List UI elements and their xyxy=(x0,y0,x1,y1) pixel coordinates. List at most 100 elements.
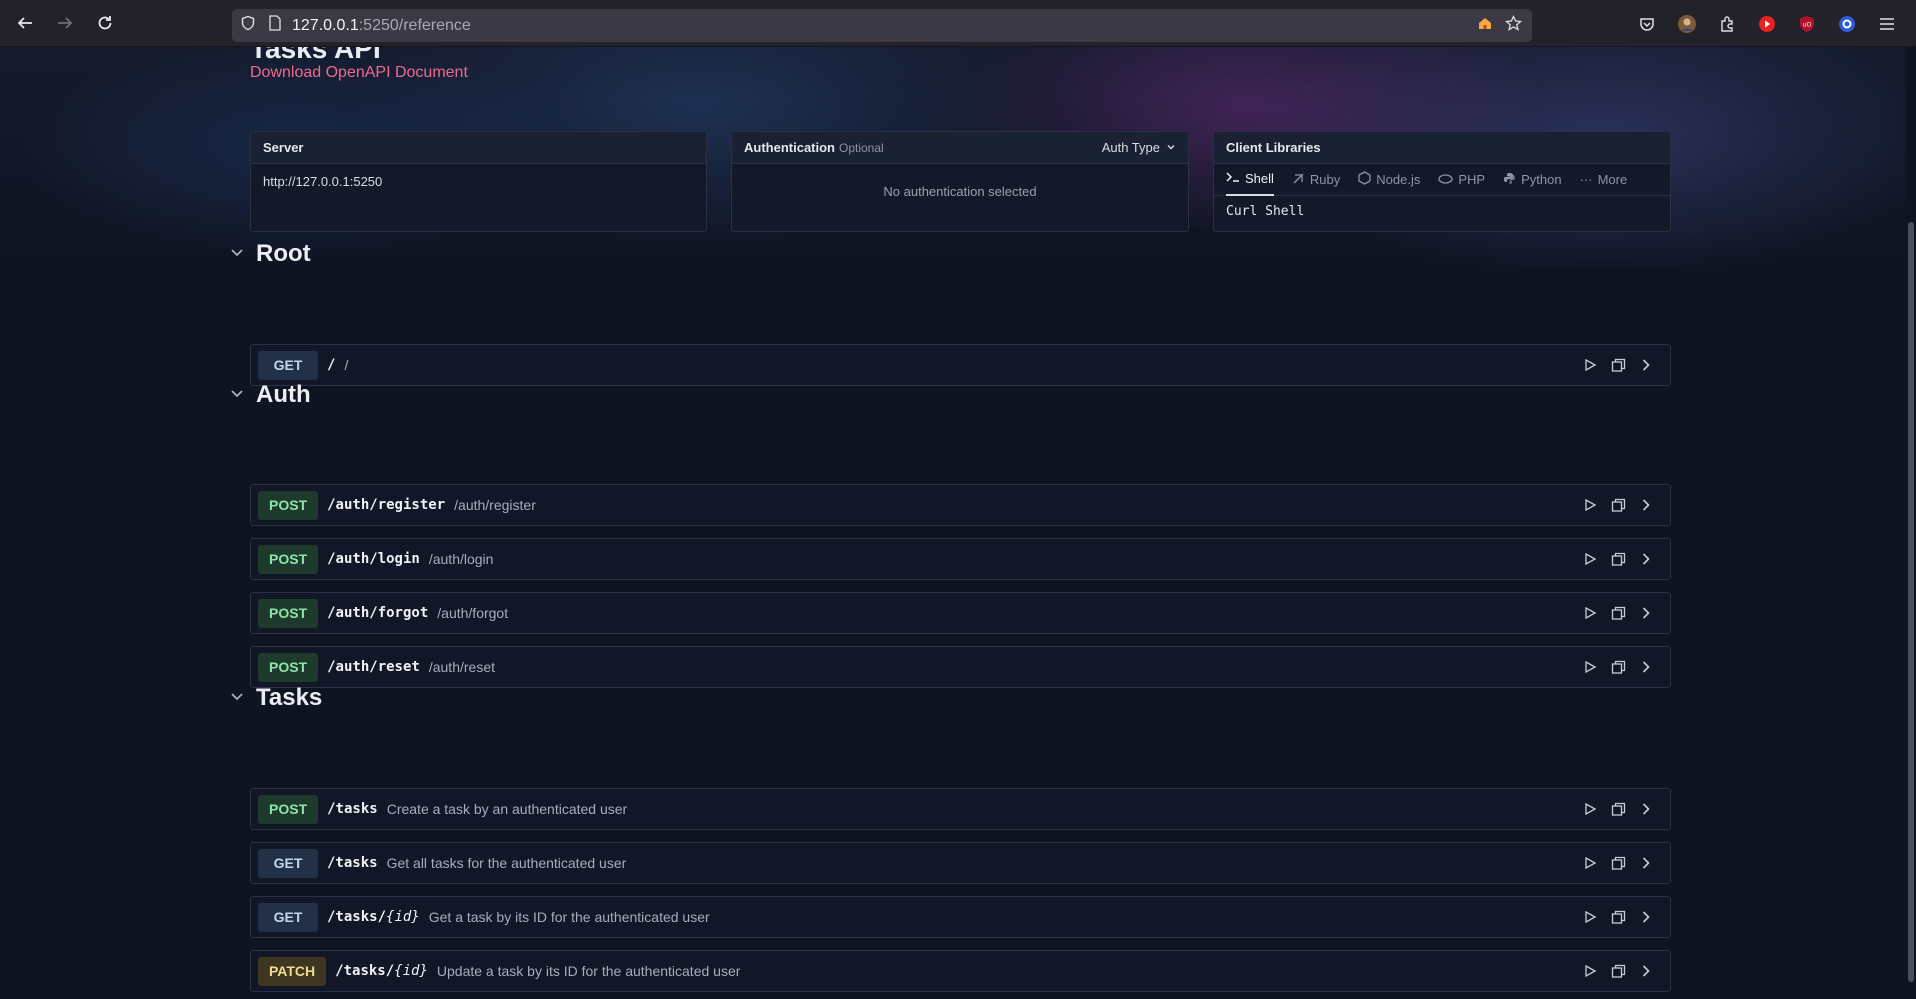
endpoint-summary: /auth/register xyxy=(454,497,536,513)
forward-icon[interactable] xyxy=(48,6,82,40)
section-auth-header[interactable]: Auth xyxy=(230,381,311,409)
play-icon[interactable] xyxy=(1582,605,1598,621)
endpoint-row[interactable]: PATCH /tasks/{id} Update a task by its I… xyxy=(250,950,1671,992)
row-actions xyxy=(1582,843,1654,883)
endpoint-row[interactable]: GET /tasks Get all tasks for the authent… xyxy=(250,842,1671,884)
endpoint-row[interactable]: GET / / xyxy=(250,344,1671,386)
endpoint-row[interactable]: POST /auth/login /auth/login xyxy=(250,538,1671,580)
copy-icon[interactable] xyxy=(1610,605,1626,621)
row-actions xyxy=(1582,951,1654,991)
tab-python-label: Python xyxy=(1521,172,1562,187)
tab-php[interactable]: PHP xyxy=(1438,164,1485,196)
chevron-down-icon[interactable] xyxy=(230,689,244,707)
method-badge: POST xyxy=(258,544,319,574)
play-icon[interactable] xyxy=(1582,801,1598,817)
ublock-icon[interactable]: uO xyxy=(1794,11,1820,37)
play-icon[interactable] xyxy=(1582,909,1598,925)
copy-icon[interactable] xyxy=(1610,963,1626,979)
tab-shell[interactable]: Shell xyxy=(1226,164,1274,196)
tab-nodejs[interactable]: Node.js xyxy=(1358,164,1420,196)
extensions-icon[interactable] xyxy=(1714,11,1740,37)
chevron-right-icon[interactable] xyxy=(1638,855,1654,871)
scrollbar-track[interactable] xyxy=(1906,47,1916,999)
client-libraries-card: Client Libraries Shell Ruby Node.js PHP … xyxy=(1213,131,1671,232)
auth-type-dropdown[interactable]: Auth Type xyxy=(1102,140,1176,155)
endpoint-path: /tasks/{id} xyxy=(335,963,428,979)
row-actions xyxy=(1582,485,1654,525)
play-icon[interactable] xyxy=(1582,659,1598,675)
pocket-icon[interactable] xyxy=(1634,11,1660,37)
home-icon[interactable] xyxy=(1477,15,1493,36)
copy-icon[interactable] xyxy=(1610,659,1626,675)
section-tasks-header[interactable]: Tasks xyxy=(230,684,322,712)
endpoint-path: /tasks xyxy=(327,801,378,817)
circle-extension-icon[interactable] xyxy=(1834,11,1860,37)
back-icon[interactable] xyxy=(8,6,42,40)
authentication-header: Authentication Optional Auth Type xyxy=(732,132,1188,164)
url-text: 127.0.0.1:5250/reference xyxy=(292,17,471,35)
tab-more-label: More xyxy=(1597,172,1628,187)
chevron-right-icon[interactable] xyxy=(1638,551,1654,567)
chevron-right-icon[interactable] xyxy=(1638,357,1654,373)
tab-ruby[interactable]: Ruby xyxy=(1292,164,1340,196)
chevron-down-icon[interactable] xyxy=(230,386,244,404)
endpoint-summary: /auth/login xyxy=(428,551,494,567)
section-title: Auth xyxy=(256,381,311,408)
tab-shell-label: Shell xyxy=(1245,171,1274,186)
chevron-right-icon[interactable] xyxy=(1638,909,1654,925)
download-openapi-link[interactable]: Download OpenAPI Document xyxy=(250,64,468,82)
play-icon[interactable] xyxy=(1582,357,1598,373)
play-icon[interactable] xyxy=(1582,551,1598,567)
shield-icon[interactable] xyxy=(240,15,256,36)
endpoint-row[interactable]: GET /tasks/{id} Get a task by its ID for… xyxy=(250,896,1671,938)
authentication-card: Authentication Optional Auth Type No aut… xyxy=(731,131,1189,232)
endpoint-summary: Get all tasks for the authenticated user xyxy=(386,855,627,871)
play-icon[interactable] xyxy=(1582,497,1598,513)
chevron-right-icon[interactable] xyxy=(1638,801,1654,817)
row-actions xyxy=(1582,897,1654,937)
server-label: Server xyxy=(251,132,706,164)
endpoint-row[interactable]: POST /auth/register /auth/register xyxy=(250,484,1671,526)
endpoint-summary: /auth/reset xyxy=(428,659,495,675)
copy-icon[interactable] xyxy=(1610,855,1626,871)
reload-icon[interactable] xyxy=(88,6,122,40)
chevron-right-icon[interactable] xyxy=(1638,605,1654,621)
method-badge: GET xyxy=(258,902,318,932)
endpoint-row[interactable]: POST /tasks Create a task by an authenti… xyxy=(250,788,1671,830)
endpoint-row[interactable]: POST /auth/reset /auth/reset xyxy=(250,646,1671,688)
optional-label: Optional xyxy=(839,140,884,155)
chevron-right-icon[interactable] xyxy=(1638,963,1654,979)
url-bar[interactable]: 127.0.0.1:5250/reference xyxy=(232,9,1532,42)
method-badge: POST xyxy=(258,598,319,628)
page-title: Tasks API xyxy=(250,47,381,64)
scrollbar-thumb[interactable] xyxy=(1908,222,1914,982)
section-root-header[interactable]: Root xyxy=(230,240,311,268)
server-url[interactable]: http://127.0.0.1:5250 xyxy=(251,164,706,199)
method-badge: GET xyxy=(258,350,318,380)
tab-python[interactable]: Python xyxy=(1503,164,1562,196)
play-icon[interactable] xyxy=(1582,855,1598,871)
method-badge: POST xyxy=(258,652,319,682)
row-actions xyxy=(1582,539,1654,579)
endpoint-row[interactable]: POST /auth/forgot /auth/forgot xyxy=(250,592,1671,634)
chevron-right-icon[interactable] xyxy=(1638,659,1654,675)
api-reference-page: Tasks API Download OpenAPI Document Serv… xyxy=(0,47,1916,999)
play-icon[interactable] xyxy=(1582,963,1598,979)
copy-icon[interactable] xyxy=(1610,801,1626,817)
avatar-icon[interactable] xyxy=(1674,11,1700,37)
copy-icon[interactable] xyxy=(1610,551,1626,567)
row-actions xyxy=(1582,789,1654,829)
copy-icon[interactable] xyxy=(1610,357,1626,373)
path-param: {id} xyxy=(394,963,428,979)
tab-more[interactable]: ··· More xyxy=(1580,164,1628,196)
chevron-down-icon[interactable] xyxy=(230,245,244,263)
youtube-icon[interactable] xyxy=(1754,11,1780,37)
section-title: Root xyxy=(256,240,311,267)
row-actions xyxy=(1582,593,1654,633)
star-icon[interactable] xyxy=(1504,14,1523,37)
copy-icon[interactable] xyxy=(1610,497,1626,513)
copy-icon[interactable] xyxy=(1610,909,1626,925)
server-card: Server http://127.0.0.1:5250 xyxy=(250,131,707,232)
chevron-right-icon[interactable] xyxy=(1638,497,1654,513)
menu-icon[interactable] xyxy=(1874,11,1900,37)
